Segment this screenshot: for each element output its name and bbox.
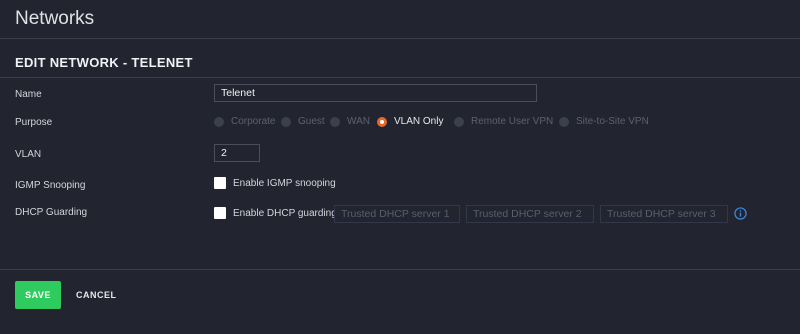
form-title: EDIT NETWORK - TELENET	[15, 55, 193, 70]
purpose-label: Purpose	[15, 117, 53, 128]
header-divider	[0, 38, 800, 39]
purpose-option-label: Guest	[298, 116, 325, 127]
page-title: Networks	[15, 8, 95, 29]
checkbox-icon	[214, 207, 226, 219]
name-input[interactable]	[214, 84, 537, 102]
igmp-snooping-label: IGMP Snooping	[15, 180, 86, 191]
purpose-option-guest[interactable]: Guest	[281, 116, 325, 127]
purpose-option-remote-user-vpn[interactable]: Remote User VPN	[454, 116, 553, 127]
purpose-option-label: Corporate	[231, 116, 276, 127]
dhcp-guarding-label: DHCP Guarding	[15, 207, 88, 218]
save-button[interactable]: SAVE	[15, 281, 61, 309]
radio-selected-icon	[377, 116, 387, 127]
vlan-input[interactable]	[214, 144, 260, 162]
purpose-option-corporate[interactable]: Corporate	[214, 116, 275, 127]
radio-icon	[559, 116, 569, 127]
vlan-label: VLAN	[15, 149, 42, 160]
purpose-option-vlan-only[interactable]: VLAN Only	[377, 116, 443, 127]
radio-icon	[214, 116, 224, 127]
purpose-option-site-to-site-vpn[interactable]: Site-to-Site VPN	[559, 116, 649, 127]
form-title-divider	[0, 77, 800, 78]
igmp-snooping-checkbox[interactable]: Enable IGMP snooping	[214, 177, 336, 189]
trusted-dhcp-server-2-input[interactable]	[466, 205, 594, 223]
trusted-dhcp-server-1-input[interactable]	[334, 205, 460, 223]
info-icon[interactable]	[734, 207, 747, 220]
trusted-dhcp-server-3-input[interactable]	[600, 205, 728, 223]
purpose-option-label: VLAN Only	[394, 116, 444, 127]
radio-icon	[330, 116, 340, 127]
igmp-snooping-checkbox-label: Enable IGMP snooping	[233, 177, 336, 189]
footer-divider	[0, 269, 800, 270]
purpose-option-label: WAN	[347, 116, 370, 127]
cancel-button[interactable]: CANCEL	[70, 281, 123, 309]
name-label: Name	[15, 89, 42, 100]
dhcp-guarding-checkbox[interactable]: Enable DHCP guarding	[214, 207, 337, 219]
radio-icon	[454, 116, 464, 127]
checkbox-icon	[214, 177, 226, 189]
radio-icon	[281, 116, 291, 127]
purpose-option-label: Remote User VPN	[471, 116, 554, 127]
purpose-option-wan[interactable]: WAN	[330, 116, 370, 127]
dhcp-guarding-checkbox-label: Enable DHCP guarding	[233, 207, 337, 219]
purpose-option-label: Site-to-Site VPN	[576, 116, 649, 127]
